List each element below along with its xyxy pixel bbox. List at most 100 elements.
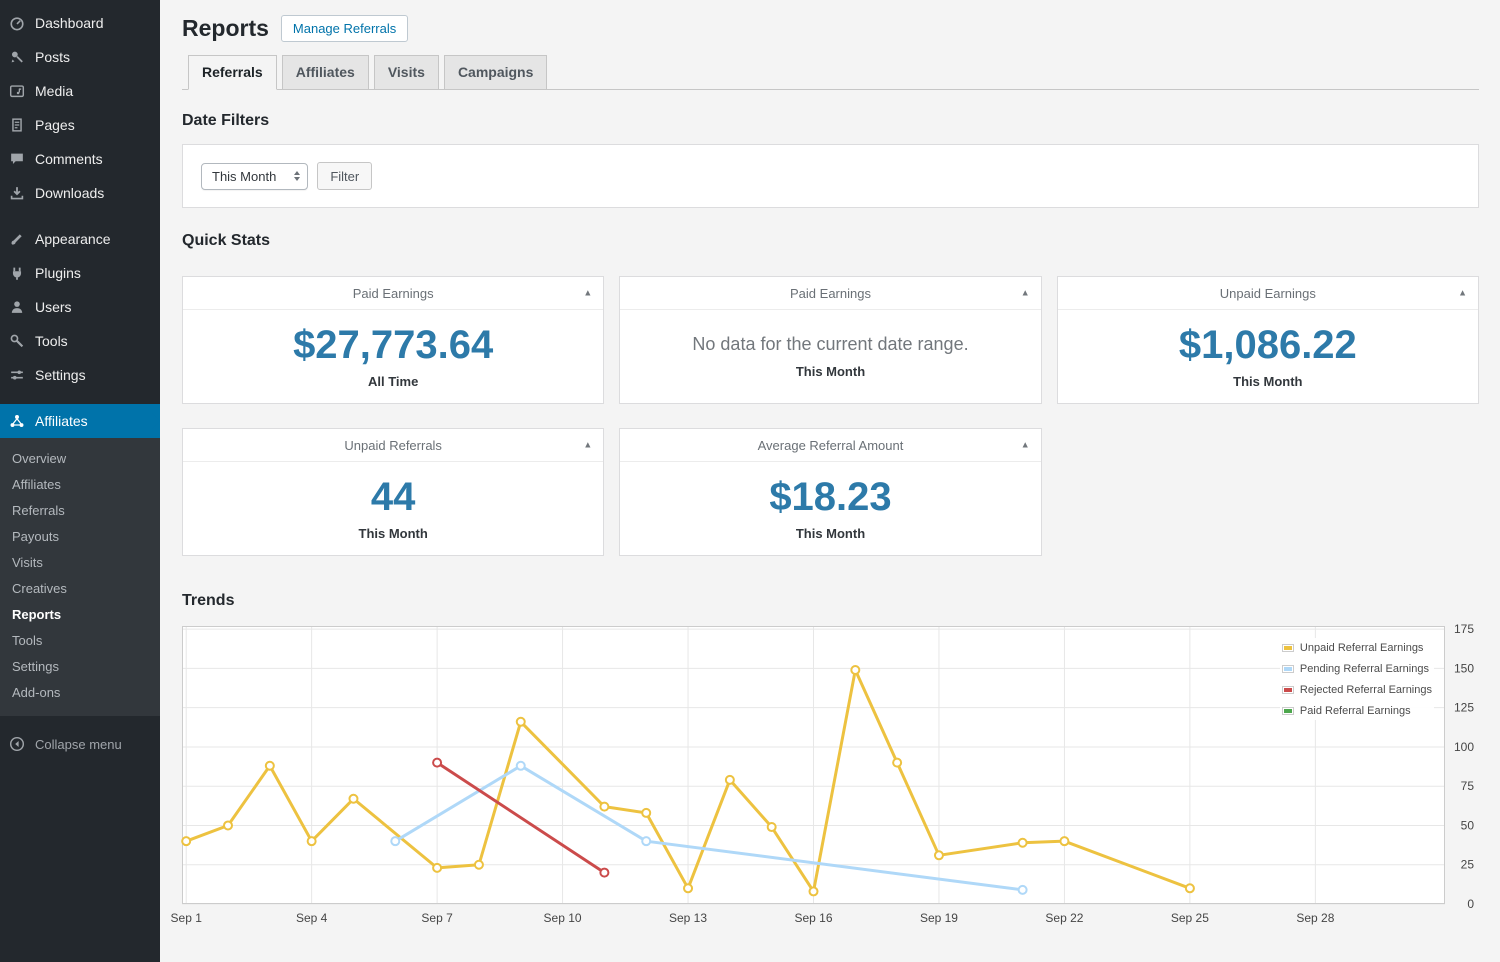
svg-text:0: 0 xyxy=(1467,897,1474,911)
submenu-item-affiliates[interactable]: Affiliates xyxy=(0,472,160,498)
sidebar-item-appearance[interactable]: Appearance xyxy=(0,222,160,256)
sidebar-item-label: Posts xyxy=(35,49,71,65)
collapse-menu-label: Collapse menu xyxy=(35,736,122,752)
stat-card-header: Paid Earnings xyxy=(183,277,604,310)
collapse-panel-icon[interactable] xyxy=(583,441,592,450)
sidebar-item-posts[interactable]: Posts xyxy=(0,40,160,74)
legend-item: Paid Referral Earnings xyxy=(1281,703,1432,718)
stat-value: $1,086.22 xyxy=(1178,322,1357,367)
tab-affiliates[interactable]: Affiliates xyxy=(281,55,369,90)
legend-label: Unpaid Referral Earnings xyxy=(1299,641,1424,654)
stat-card-title: Paid Earnings xyxy=(352,285,434,301)
submenu-item-addons[interactable]: Add-ons xyxy=(0,680,160,706)
sidebar-item-label: Appearance xyxy=(35,231,111,247)
date-range-select[interactable]: This Month xyxy=(201,162,309,190)
svg-text:Sep 16: Sep 16 xyxy=(794,911,832,925)
tab-visits[interactable]: Visits xyxy=(373,55,439,90)
date-filters-heading: Date Filters xyxy=(182,112,270,129)
pages-icon xyxy=(8,116,26,134)
sidebar-item-label: Tools xyxy=(35,333,68,349)
chart-legend: Unpaid Referral Earnings Pending Referral… xyxy=(1279,638,1434,720)
stat-card-title: Unpaid Earnings xyxy=(1219,285,1316,301)
affiliates-submenu: Overview Affiliates Referrals Payouts Vi… xyxy=(0,438,160,716)
svg-text:100: 100 xyxy=(1454,740,1474,754)
sidebar-item-label: Users xyxy=(35,299,72,315)
svg-text:Sep 1: Sep 1 xyxy=(171,911,203,925)
sidebar-item-label: Comments xyxy=(35,151,103,167)
stat-card-title: Average Referral Amount xyxy=(757,437,904,453)
comment-bubble-icon xyxy=(8,150,26,168)
stat-value: 44 xyxy=(370,474,416,519)
svg-text:Sep 7: Sep 7 xyxy=(421,911,453,925)
submenu-item-settings[interactable]: Settings xyxy=(0,654,160,680)
stat-value: $18.23 xyxy=(769,474,892,519)
submenu-item-overview[interactable]: Overview xyxy=(0,446,160,472)
sliders-icon xyxy=(8,366,26,384)
sidebar-item-settings[interactable]: Settings xyxy=(0,358,160,392)
submenu-item-referrals[interactable]: Referrals xyxy=(0,498,160,524)
menu-separator xyxy=(0,392,160,404)
legend-item: Pending Referral Earnings xyxy=(1281,661,1432,676)
collapse-panel-icon[interactable] xyxy=(1021,289,1030,298)
legend-color-swatch-icon xyxy=(1281,706,1294,715)
sidebar-item-tools[interactable]: Tools xyxy=(0,324,160,358)
collapse-menu-button[interactable]: Collapse menu xyxy=(0,726,160,762)
brush-icon xyxy=(8,230,26,248)
stat-card-header: Paid Earnings xyxy=(620,277,1041,310)
collapse-arrow-icon xyxy=(8,735,26,753)
sidebar-item-affiliates[interactable]: Affiliates xyxy=(0,404,160,438)
svg-text:Sep 28: Sep 28 xyxy=(1296,911,1334,925)
sidebar-item-comments[interactable]: Comments xyxy=(0,142,160,176)
page-title: Reports xyxy=(182,15,269,41)
svg-text:50: 50 xyxy=(1461,818,1475,832)
sidebar-item-pages[interactable]: Pages xyxy=(0,108,160,142)
stat-card-title: Unpaid Referrals xyxy=(344,437,442,453)
svg-text:150: 150 xyxy=(1454,661,1474,675)
stat-card-paid-earnings-all-time: Paid Earnings $27,773.64 All Time xyxy=(182,276,605,404)
wordpress-admin: Dashboard Posts Media Pages Comments Dow… xyxy=(0,0,1500,962)
sidebar-item-dashboard[interactable]: Dashboard xyxy=(0,6,160,40)
user-icon xyxy=(8,298,26,316)
submenu-item-tools[interactable]: Tools xyxy=(0,628,160,654)
affiliates-network-icon xyxy=(8,412,26,430)
svg-text:Sep 19: Sep 19 xyxy=(920,911,958,925)
report-tabs: Referrals Affiliates Visits Campaigns xyxy=(182,55,1479,90)
date-range-value: This Month xyxy=(212,168,277,184)
sidebar-item-plugins[interactable]: Plugins xyxy=(0,256,160,290)
legend-color-swatch-icon xyxy=(1281,685,1294,694)
submenu-item-payouts[interactable]: Payouts xyxy=(0,524,160,550)
svg-text:Sep 10: Sep 10 xyxy=(544,911,582,925)
admin-sidebar: Dashboard Posts Media Pages Comments Dow… xyxy=(0,0,160,962)
stat-card-body: $27,773.64 All Time xyxy=(183,310,603,403)
collapse-panel-icon[interactable] xyxy=(1458,289,1467,298)
stat-caption: This Month xyxy=(358,525,428,541)
pin-icon xyxy=(8,48,26,66)
sidebar-item-label: Dashboard xyxy=(35,15,104,31)
sidebar-item-media[interactable]: Media xyxy=(0,74,160,108)
legend-label: Paid Referral Earnings xyxy=(1299,704,1411,717)
manage-referrals-button[interactable]: Manage Referrals xyxy=(280,15,409,42)
main-content: Reports Manage Referrals Referrals Affil… xyxy=(160,0,1500,962)
collapse-panel-icon[interactable] xyxy=(583,289,592,298)
stat-caption: This Month xyxy=(1233,373,1303,389)
sidebar-item-users[interactable]: Users xyxy=(0,290,160,324)
svg-text:125: 125 xyxy=(1454,701,1474,715)
sidebar-item-downloads[interactable]: Downloads xyxy=(0,176,160,210)
gauge-icon xyxy=(8,14,26,32)
submenu-item-creatives[interactable]: Creatives xyxy=(0,576,160,602)
submenu-item-reports[interactable]: Reports xyxy=(0,602,160,628)
filter-button[interactable]: Filter xyxy=(317,162,373,190)
svg-text:Sep 22: Sep 22 xyxy=(1045,911,1083,925)
stat-card-title: Paid Earnings xyxy=(790,285,871,301)
stat-value: $27,773.64 xyxy=(293,322,494,367)
svg-text:175: 175 xyxy=(1454,622,1474,636)
quick-stats-grid: Paid Earnings $27,773.64 All Time Paid E… xyxy=(182,276,1479,556)
stat-card-header: Average Referral Amount xyxy=(620,429,1041,462)
submenu-item-visits[interactable]: Visits xyxy=(0,550,160,576)
tab-campaigns[interactable]: Campaigns xyxy=(443,55,548,90)
stat-card-unpaid-earnings: Unpaid Earnings $1,086.22 This Month xyxy=(1056,276,1479,404)
collapse-panel-icon[interactable] xyxy=(1021,441,1030,450)
legend-label: Pending Referral Earnings xyxy=(1299,662,1429,675)
tab-referrals[interactable]: Referrals xyxy=(188,55,277,90)
sidebar-item-label: Media xyxy=(35,83,74,99)
